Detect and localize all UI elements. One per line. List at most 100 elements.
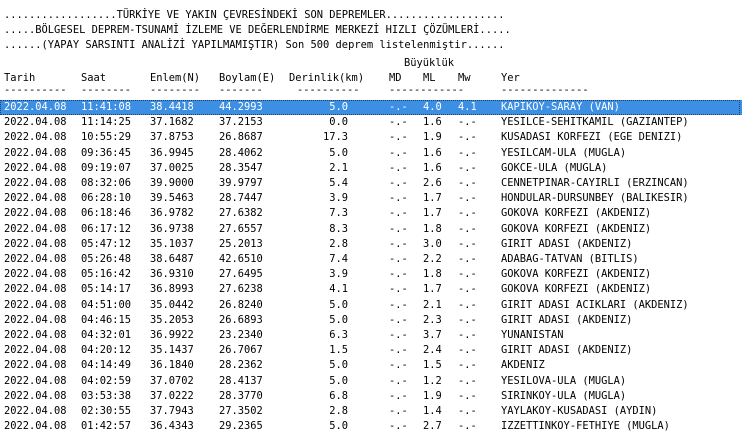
cell-place: AKDENIZ <box>501 359 545 372</box>
earthquake-list-screen: ..................TÜRKİYE VE YAKIN ÇEVRE… <box>0 0 742 434</box>
cell-ml: 3.7 <box>423 329 442 341</box>
table-row[interactable]: 2022.04.08 05:47:12 35.1037 25.2013 2.8 -.- 3.… <box>0 237 742 252</box>
cell-date: 2022.04.08 <box>4 131 67 144</box>
cell-place: IZZETTINKOY-FETHIYE (MUGLA) <box>501 420 670 433</box>
cell-mw: -.- <box>458 253 477 265</box>
cell-date: 2022.04.08 <box>4 177 67 189</box>
cell-depth: 5.0 <box>329 146 348 159</box>
table-row[interactable]: 2022.04.08 04:46:15 35.2053 26.6893 5.0 -.- 2.… <box>0 313 742 328</box>
cell-lat: 39.9000 <box>150 177 194 189</box>
cell-lat: 36.8993 <box>150 283 194 296</box>
cell-lat: 36.9922 <box>150 329 194 341</box>
table-row[interactable]: 2022.04.08 04:20:12 35.1437 26.7067 1.5 -.- 2.… <box>0 343 742 358</box>
table-header-separator: ---------- -------- -------- ------- ---… <box>0 83 742 98</box>
cell-ml: 3.0 <box>423 237 442 250</box>
cell-lon: 26.6893 <box>219 313 263 326</box>
cell-ml: 1.6 <box>423 116 442 129</box>
cell-lat: 36.4343 <box>150 420 194 433</box>
cell-lat: 35.1037 <box>150 237 194 250</box>
cell-lat: 35.1437 <box>150 344 194 357</box>
cell-mw: -.- <box>458 161 477 174</box>
cell-md: -.- <box>389 146 408 159</box>
cell-time: 06:18:46 <box>81 207 132 220</box>
cell-date: 2022.04.08 <box>4 344 67 357</box>
table-row[interactable]: 2022.04.08 08:32:06 39.9000 39.9797 5.4 -.- 2.… <box>0 176 742 191</box>
table-row[interactable]: 2022.04.08 09:36:45 36.9945 28.4062 5.0 -.- 1.… <box>0 146 742 161</box>
table-row[interactable]: 2022.04.08 06:17:12 36.9738 27.6557 8.3 -.- 1.… <box>0 222 742 237</box>
cell-lat: 38.4418 <box>150 101 194 113</box>
cell-lon: 27.3502 <box>219 405 263 417</box>
cell-date: 2022.04.08 <box>4 268 67 281</box>
cell-depth: 5.4 <box>329 177 348 189</box>
cell-ml: 2.7 <box>423 420 442 433</box>
table-row[interactable]: 2022.04.08 11:14:25 37.1682 37.2153 0.0 -.- 1.… <box>0 115 742 130</box>
cell-place: GIRIT ADASI (AKDENIZ) <box>501 313 633 326</box>
cell-ml: 1.7 <box>423 192 442 205</box>
cell-mw: -.- <box>458 359 477 372</box>
cell-lon: 42.6510 <box>219 253 263 265</box>
cell-md: -.- <box>389 283 408 296</box>
cell-mw: -.- <box>458 313 477 326</box>
cell-time: 04:02:59 <box>81 374 132 387</box>
cell-date: 2022.04.08 <box>4 420 67 433</box>
magnitude-group-label: Büyüklük <box>404 57 455 69</box>
table-row[interactable]: 2022.04.08 04:14:49 36.1840 28.2362 5.0 -.- 1.… <box>0 358 742 373</box>
table-row[interactable]: 2022.04.08 09:19:07 37.0025 28.3547 2.1 -.- 1.… <box>0 161 742 176</box>
table-row[interactable]: 2022.04.08 06:28:10 39.5463 28.7447 3.9 -.- 1.… <box>0 191 742 206</box>
cell-lon: 26.8687 <box>219 131 263 144</box>
cell-depth: 2.8 <box>329 237 348 250</box>
cell-lon: 28.3770 <box>219 389 263 402</box>
cell-date: 2022.04.08 <box>4 237 67 250</box>
table-row[interactable]: 2022.04.08 04:02:59 37.0702 28.4137 5.0 -.- 1.… <box>0 374 742 389</box>
table-row[interactable]: 2022.04.08 10:55:29 37.8753 26.8687 17.3 -.- 1… <box>0 130 742 145</box>
cell-md: -.- <box>389 116 408 129</box>
cell-depth: 3.9 <box>329 192 348 205</box>
table-row[interactable]: 2022.04.08 11:41:08 38.4418 44.2993 5.0 -.- 4.… <box>0 100 742 115</box>
cell-place: YAYLAKOY-KUSADASI (AYDIN) <box>501 405 658 417</box>
cell-lon: 28.3547 <box>219 161 263 174</box>
cell-ml: 2.1 <box>423 298 442 311</box>
cell-place: GIRIT ADASI ACIKLARI (AKDENIZ) <box>501 298 689 311</box>
cell-lat: 37.0222 <box>150 389 194 402</box>
cell-time: 06:28:10 <box>81 192 132 205</box>
cell-ml: 2.6 <box>423 177 442 189</box>
table-row[interactable]: 2022.04.08 05:16:42 36.9310 27.6495 3.9 -.- 1.… <box>0 267 742 282</box>
banner-title: ..................TÜRKİYE VE YAKIN ÇEVRE… <box>4 9 505 21</box>
cell-date: 2022.04.08 <box>4 359 67 372</box>
cell-md: -.- <box>389 344 408 357</box>
cell-lat: 38.6487 <box>150 253 194 265</box>
cell-ml: 1.8 <box>423 222 442 235</box>
cell-mw: -.- <box>458 146 477 159</box>
cell-time: 09:19:07 <box>81 161 132 174</box>
cell-md: -.- <box>389 268 408 281</box>
cell-time: 05:26:48 <box>81 253 132 265</box>
cell-depth: 1.5 <box>329 344 348 357</box>
table-row[interactable]: 2022.04.08 05:14:17 36.8993 27.6238 4.1 -.- 1.… <box>0 282 742 297</box>
cell-depth: 5.0 <box>329 359 348 372</box>
cell-date: 2022.04.08 <box>4 116 67 129</box>
separator-time: -------- <box>81 84 132 96</box>
cell-md: -.- <box>389 222 408 235</box>
table-row[interactable]: 2022.04.08 02:30:55 37.7943 27.3502 2.8 -.- 1.… <box>0 404 742 419</box>
table-row[interactable]: 2022.04.08 06:18:46 36.9782 27.6382 7.3 -.- 1.… <box>0 206 742 221</box>
table-row[interactable]: 2022.04.08 05:26:48 38.6487 42.6510 7.4 -.- 2.… <box>0 252 742 267</box>
cell-time: 04:46:15 <box>81 313 132 326</box>
cell-place: GOKOVA KORFEZI (AKDENIZ) <box>501 222 652 235</box>
table-row[interactable]: 2022.04.08 04:51:00 35.0442 26.8240 5.0 -.- 2.… <box>0 298 742 313</box>
cell-depth: 4.1 <box>329 283 348 296</box>
cell-time: 01:42:57 <box>81 420 132 433</box>
magnitude-group-row: Büyüklük <box>0 56 742 71</box>
cell-date: 2022.04.08 <box>4 329 67 341</box>
cell-depth: 17.3 <box>322 131 348 144</box>
cell-lon: 28.4137 <box>219 374 263 387</box>
cell-md: -.- <box>389 101 408 113</box>
table-row[interactable]: 2022.04.08 01:42:57 36.4343 29.2365 5.0 -.- 2.… <box>0 419 742 434</box>
cell-place: GIRIT ADASI (AKDENIZ) <box>501 237 633 250</box>
cell-date: 2022.04.08 <box>4 374 67 387</box>
table-row[interactable]: 2022.04.08 03:53:38 37.0222 28.3770 6.8 -.- 1.… <box>0 389 742 404</box>
cell-lon: 26.8240 <box>219 298 263 311</box>
cell-mw: -.- <box>458 344 477 357</box>
cell-place: YESILOVA-ULA (MUGLA) <box>501 374 627 387</box>
cell-ml: 1.6 <box>423 146 442 159</box>
table-row[interactable]: 2022.04.08 04:32:01 36.9922 23.2340 6.3 -.- 3.… <box>0 328 742 343</box>
